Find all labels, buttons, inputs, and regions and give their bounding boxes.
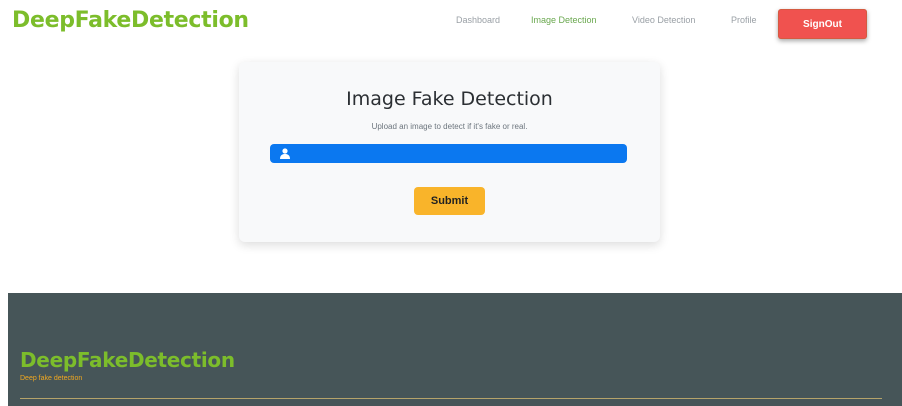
footer-tagline: Deep fake detection <box>20 375 83 382</box>
navbar: DeepFakeDetection Dashboard Image Detect… <box>0 0 902 48</box>
footer-divider <box>20 398 882 399</box>
footer-brand: DeepFakeDetection <box>20 348 235 372</box>
image-file-input[interactable] <box>270 144 627 163</box>
image-detection-card: Image Fake Detection Upload an image to … <box>239 62 660 242</box>
nav-link-dashboard[interactable]: Dashboard <box>456 15 500 25</box>
card-title: Image Fake Detection <box>346 88 553 110</box>
nav-link-video-detection[interactable]: Video Detection <box>632 15 695 25</box>
footer: DeepFakeDetection Deep fake detection <box>8 293 902 406</box>
nav-link-profile[interactable]: Profile <box>731 15 757 25</box>
signout-button[interactable]: SignOut <box>778 9 867 39</box>
submit-button[interactable]: Submit <box>414 187 485 215</box>
brand-logo[interactable]: DeepFakeDetection <box>12 8 249 33</box>
nav-link-image-detection[interactable]: Image Detection <box>531 15 597 25</box>
card-subtitle: Upload an image to detect if it's fake o… <box>371 122 528 131</box>
user-icon <box>280 148 290 159</box>
